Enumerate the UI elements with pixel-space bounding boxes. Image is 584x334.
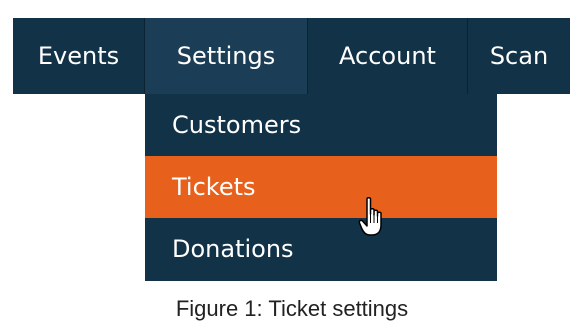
menu-item-customers[interactable]: Customers xyxy=(145,94,497,156)
settings-dropdown-menu: Customers Tickets Donations xyxy=(145,94,497,281)
hand-pointer-icon xyxy=(358,196,382,236)
nav-item-events[interactable]: Events xyxy=(13,18,144,94)
top-nav-bar: Events Settings Account Scan xyxy=(13,18,570,94)
menu-item-tickets[interactable]: Tickets xyxy=(145,156,497,218)
nav-item-settings[interactable]: Settings xyxy=(144,18,308,94)
nav-item-account[interactable]: Account xyxy=(308,18,468,94)
menu-item-donations[interactable]: Donations xyxy=(145,218,497,280)
figure-caption: Figure 1: Ticket settings xyxy=(175,296,409,321)
nav-item-scan[interactable]: Scan xyxy=(468,18,570,94)
